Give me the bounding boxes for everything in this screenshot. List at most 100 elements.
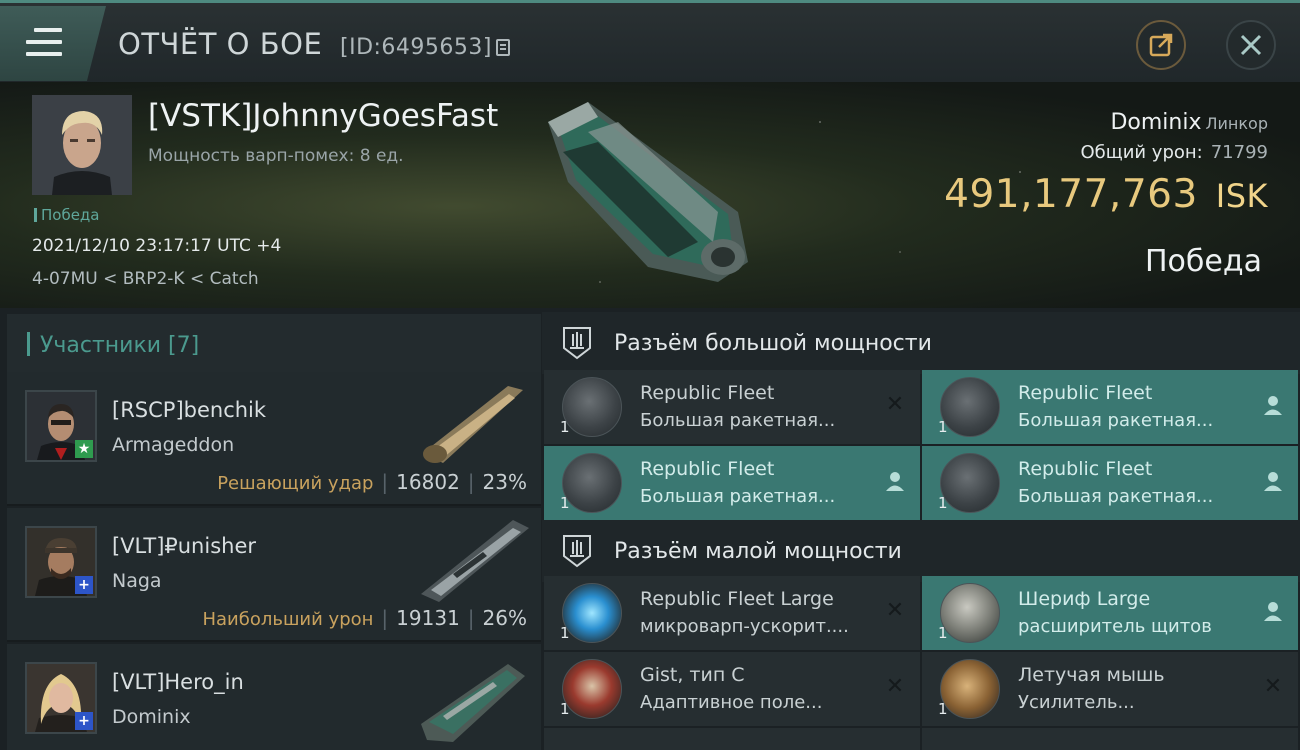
launcher-module-icon xyxy=(940,453,1000,513)
corp-role-plus-icon: + xyxy=(75,712,93,730)
person-icon xyxy=(1264,602,1282,621)
participants-title: Участники [7] xyxy=(27,332,199,358)
module-name-line1: Republic Fleet Large xyxy=(640,588,834,610)
menu-button[interactable] xyxy=(0,6,106,81)
module-quantity: 1 xyxy=(938,494,948,512)
isk-amount: 491,177,763 xyxy=(944,172,1198,217)
module-slot[interactable]: 1 Летучая мышь Усилитель... ✕ xyxy=(922,652,1298,726)
person-icon xyxy=(1264,396,1282,415)
module-slot[interactable]: 1 Republic Fleet Большая ракетная... xyxy=(922,446,1298,520)
top-bar: ОТЧЁТ О БОЕ [ID:6495653] xyxy=(0,0,1300,82)
kill-datetime: 2021/12/10 23:17:17 UTC +4 xyxy=(32,236,282,256)
participant-ship: Dominix xyxy=(112,706,191,728)
module-slot[interactable]: 1 Republic Fleet Large микроварп-ускорит… xyxy=(544,576,920,650)
participant-ship: Naga xyxy=(112,570,162,592)
module-slot[interactable]: 1 Republic Fleet Большая ракетная... xyxy=(922,370,1298,444)
participant-stats: Решающий удар | 16802 | 23% xyxy=(217,470,527,494)
participants-panel: Участники [7] ★ [RSCP]benchik Armageddon… xyxy=(0,308,542,750)
participant-ship-image xyxy=(421,520,529,602)
module-name-line2: Усилитель... xyxy=(1018,692,1135,713)
module-name-line1: Шериф Large xyxy=(1018,588,1151,610)
copy-icon[interactable] xyxy=(496,39,510,56)
participant-role: Решающий удар xyxy=(217,473,374,494)
avatar[interactable]: + xyxy=(25,526,97,598)
victim-name[interactable]: [VSTK]JohnnyGoesFast xyxy=(148,98,498,134)
module-name-line1: Republic Fleet xyxy=(640,382,775,404)
destroyed-x-icon: ✕ xyxy=(885,392,905,417)
module-name-line2: расширитель щитов xyxy=(1018,616,1212,637)
shield-extender-module-icon xyxy=(940,583,1000,643)
avatar[interactable]: ★ xyxy=(25,390,97,462)
fittings-panel: Разъём большой мощности 1 Republic Fleet… xyxy=(542,308,1300,750)
module-quantity: 1 xyxy=(560,494,570,512)
participant-row[interactable]: ★ [RSCP]benchik Armageddon Решающий удар… xyxy=(7,372,541,506)
warp-disruption-info: Мощность варп-помех: 8 ед. xyxy=(148,146,404,166)
close-button[interactable] xyxy=(1226,20,1276,70)
high-slot-label: Разъём большой мощности xyxy=(614,331,932,356)
isk-currency: ISK xyxy=(1215,177,1268,215)
module-quantity: 1 xyxy=(560,700,570,718)
participant-damage: 16802 xyxy=(396,470,460,494)
participant-ship-image xyxy=(421,664,525,742)
participant-row[interactable]: + [VLT]₽unisher Naga Наибольший урон | 191… xyxy=(7,508,541,642)
corp-role-plus-icon: + xyxy=(75,576,93,594)
close-icon xyxy=(1240,34,1262,56)
total-damage: Общий урон: 71799 xyxy=(1080,142,1268,163)
module-quantity: 1 xyxy=(938,418,948,436)
page-title: ОТЧЁТ О БОЕ [ID:6495653] xyxy=(118,27,510,61)
participant-name: [VLT]Hero_in xyxy=(112,670,244,694)
participant-name: [VLT]₽unisher xyxy=(112,534,257,558)
avatar[interactable]: + xyxy=(25,662,97,734)
victim-ship[interactable]: Dominix Линкор xyxy=(1110,110,1268,135)
participant-role: Наибольший урон xyxy=(202,609,374,630)
module-name-line1: Republic Fleet xyxy=(640,458,775,480)
destroyed-x-icon: ✕ xyxy=(1263,674,1283,699)
module-name-line2: Адаптивное поле... xyxy=(640,692,823,713)
person-icon xyxy=(886,472,904,491)
report-id: [ID:6495653] xyxy=(340,35,492,60)
microwarpdrive-module-icon xyxy=(562,583,622,643)
participant-damage: 19131 xyxy=(396,606,460,630)
participant-row[interactable]: + [VLT]Hero_in Dominix xyxy=(7,644,541,750)
isk-value: 491,177,763 ISK xyxy=(944,172,1268,217)
launcher-module-icon xyxy=(562,453,622,513)
module-name-line2: микроварп-ускорит.... xyxy=(640,616,849,637)
ship-name: Dominix xyxy=(1110,110,1202,135)
victim-portrait[interactable] xyxy=(32,95,132,195)
module-name-line1: Republic Fleet xyxy=(1018,382,1153,404)
participant-percent: 26% xyxy=(482,606,527,630)
adaptive-field-module-icon xyxy=(562,659,622,719)
battle-result: Победа xyxy=(1145,244,1262,279)
module-name-line2: Большая ракетная... xyxy=(640,486,836,507)
share-icon xyxy=(1149,33,1173,57)
kill-location[interactable]: 4-07MU < BRP2-K < Catch xyxy=(32,269,259,289)
launcher-module-icon xyxy=(562,377,622,437)
low-slot-label: Разъём малой мощности xyxy=(614,539,902,564)
pilot-portrait-image xyxy=(32,95,132,195)
destroyed-x-icon: ✕ xyxy=(885,674,905,699)
module-quantity: 1 xyxy=(938,624,948,642)
launcher-module-icon xyxy=(940,377,1000,437)
module-name-line2: Большая ракетная... xyxy=(640,410,836,431)
total-damage-value: 71799 xyxy=(1210,142,1268,163)
module-slot[interactable]: 1 Republic Fleet Большая ракетная... ✕ xyxy=(544,370,920,444)
module-slot-partial[interactable] xyxy=(544,728,920,750)
corp-role-star-icon: ★ xyxy=(75,440,93,458)
victory-tag: Победа xyxy=(34,206,100,224)
module-slot-partial[interactable] xyxy=(922,728,1298,750)
ship-class: Линкор xyxy=(1205,114,1269,133)
module-slot[interactable]: 1 Gist, тип C Адаптивное поле... ✕ xyxy=(544,652,920,726)
module-slot[interactable]: 1 Шериф Large расширитель щитов xyxy=(922,576,1298,650)
high-slot-icon xyxy=(563,327,591,360)
module-slot[interactable]: 1 Republic Fleet Большая ракетная... xyxy=(544,446,920,520)
module-quantity: 1 xyxy=(560,418,570,436)
share-button[interactable] xyxy=(1136,20,1186,70)
participant-ship-image xyxy=(423,386,523,463)
kill-summary-banner: [VSTK]JohnnyGoesFast Мощность варп-помех… xyxy=(0,82,1300,308)
participant-name: [RSCP]benchik xyxy=(112,398,267,422)
destroyed-x-icon: ✕ xyxy=(885,598,905,623)
participant-percent: 23% xyxy=(482,470,527,494)
module-name-line1: Летучая мышь xyxy=(1018,664,1165,686)
module-name-line2: Большая ракетная... xyxy=(1018,410,1214,431)
ship-image xyxy=(548,102,748,282)
